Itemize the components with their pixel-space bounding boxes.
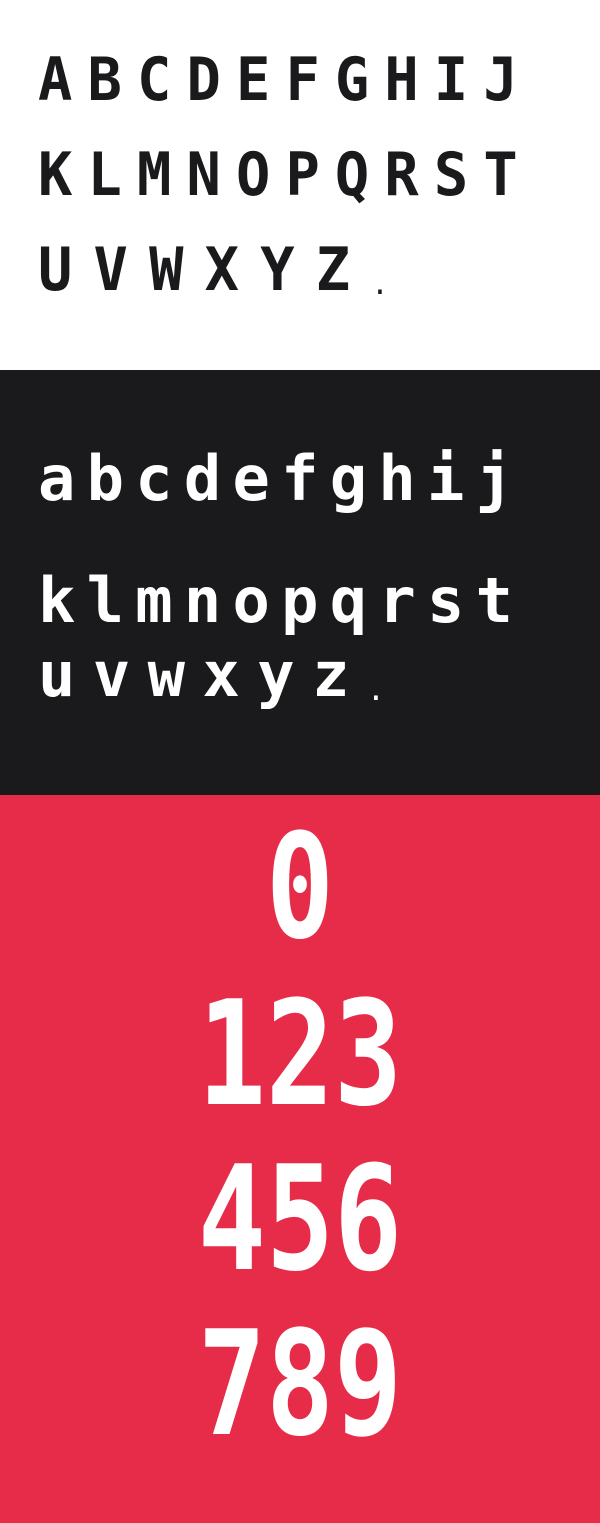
uppercase-glyph-K: K [38, 140, 73, 210]
lowercase-glyph-n: n [183, 564, 222, 637]
uppercase-glyph-G: G [334, 45, 370, 115]
digits-glyph-0: 0 [265, 803, 335, 972]
digits-glyph-7: 7 [197, 1300, 266, 1469]
uppercase-glyph-B: B [87, 45, 122, 115]
lowercase-glyph-i: i [427, 442, 465, 515]
uppercase-glyph-R: R [384, 140, 419, 210]
uppercase-glyph-V: V [93, 235, 128, 305]
uppercase-glyph-M: M [136, 140, 172, 210]
lowercase-panel: abcdefghij klmnopqrst uvwxyz. [0, 370, 600, 795]
lowercase-glyph-v: v [92, 638, 131, 711]
lowercase-glyph-f: f [281, 442, 319, 515]
uppercase-glyph-Q: Q [334, 140, 370, 210]
lowercase-glyph-b: b [86, 442, 124, 515]
lowercase-glyph-j: j [475, 442, 513, 515]
digits-glyph-2: 2 [265, 970, 335, 1139]
lowercase-glyph-w: w [147, 638, 185, 711]
lowercase-glyph-c: c [135, 442, 173, 515]
uppercase-glyph-U: U [38, 235, 73, 305]
lowercase-glyph-period: . [366, 673, 385, 708]
digits-glyph-5: 5 [265, 1135, 335, 1304]
uppercase-glyph-O: O [235, 140, 271, 210]
lowercase-glyph-p: p [281, 564, 319, 637]
uppercase-glyph-N: N [186, 140, 221, 210]
digits-glyph-8: 8 [265, 1300, 335, 1469]
uppercase-glyph-X: X [204, 235, 239, 305]
lowercase-glyph-h: h [378, 442, 416, 515]
lowercase-glyph-z: z [312, 638, 350, 711]
lowercase-glyph-d: d [183, 442, 222, 515]
uppercase-panel: ABCDEFGHIJ KLMNOPQRST UVWXYZ. [0, 0, 600, 370]
digits-row-4: 789 [66, 1312, 534, 1457]
digits-row-3: 456 [66, 1147, 534, 1292]
font-specimen-page: ABCDEFGHIJ KLMNOPQRST UVWXYZ. abcdefghij… [0, 0, 600, 1523]
uppercase-glyph-Y: Y [260, 235, 295, 305]
uppercase-glyph-P: P [285, 140, 320, 210]
uppercase-glyph-E: E [235, 45, 271, 115]
lowercase-glyph-l: l [86, 564, 124, 637]
lowercase-glyph-r: r [378, 564, 416, 637]
digits-glyph-1: 1 [197, 970, 266, 1139]
uppercase-glyph-period: . [371, 267, 389, 302]
digits-glyph-9: 9 [334, 1300, 403, 1469]
digits-row-2: 123 [66, 982, 534, 1127]
lowercase-glyph-m: m [135, 564, 173, 637]
lowercase-glyph-q: q [329, 564, 368, 637]
uppercase-row-2: KLMNOPQRST [38, 145, 518, 205]
uppercase-glyph-J: J [483, 45, 518, 115]
uppercase-glyph-F: F [285, 45, 320, 115]
uppercase-row-1: ABCDEFGHIJ [38, 50, 518, 110]
uppercase-glyph-Z: Z [315, 235, 351, 305]
uppercase-glyph-A: A [38, 45, 73, 115]
uppercase-glyph-I: I [433, 45, 469, 115]
lowercase-glyph-e: e [232, 442, 270, 515]
lowercase-glyph-u: u [38, 638, 76, 711]
digits-glyph-4: 4 [197, 1135, 266, 1304]
digits-glyph-3: 3 [334, 970, 403, 1139]
uppercase-glyph-W: W [149, 235, 184, 305]
digits-row-1: 0 [66, 815, 534, 960]
uppercase-glyph-L: L [87, 140, 122, 210]
uppercase-glyph-D: D [186, 45, 221, 115]
lowercase-glyph-y: y [257, 638, 295, 711]
digits-panel: 0 123 456 789 [0, 795, 600, 1523]
lowercase-glyph-o: o [232, 564, 270, 637]
lowercase-glyph-s: s [427, 564, 465, 637]
lowercase-row-1: abcdefghij [38, 448, 513, 510]
lowercase-glyph-t: t [475, 564, 513, 637]
lowercase-row-3: uvwxyz. [38, 644, 385, 706]
uppercase-glyph-C: C [136, 45, 172, 115]
uppercase-glyph-H: H [384, 45, 419, 115]
uppercase-glyph-T: T [483, 140, 518, 210]
lowercase-glyph-g: g [329, 442, 368, 515]
uppercase-glyph-S: S [433, 140, 469, 210]
uppercase-row-3: UVWXYZ. [38, 240, 389, 300]
lowercase-glyph-a: a [38, 442, 76, 515]
lowercase-glyph-k: k [38, 564, 76, 637]
lowercase-row-2: klmnopqrst [38, 570, 513, 632]
lowercase-glyph-x: x [202, 638, 240, 711]
digits-glyph-6: 6 [334, 1135, 403, 1304]
